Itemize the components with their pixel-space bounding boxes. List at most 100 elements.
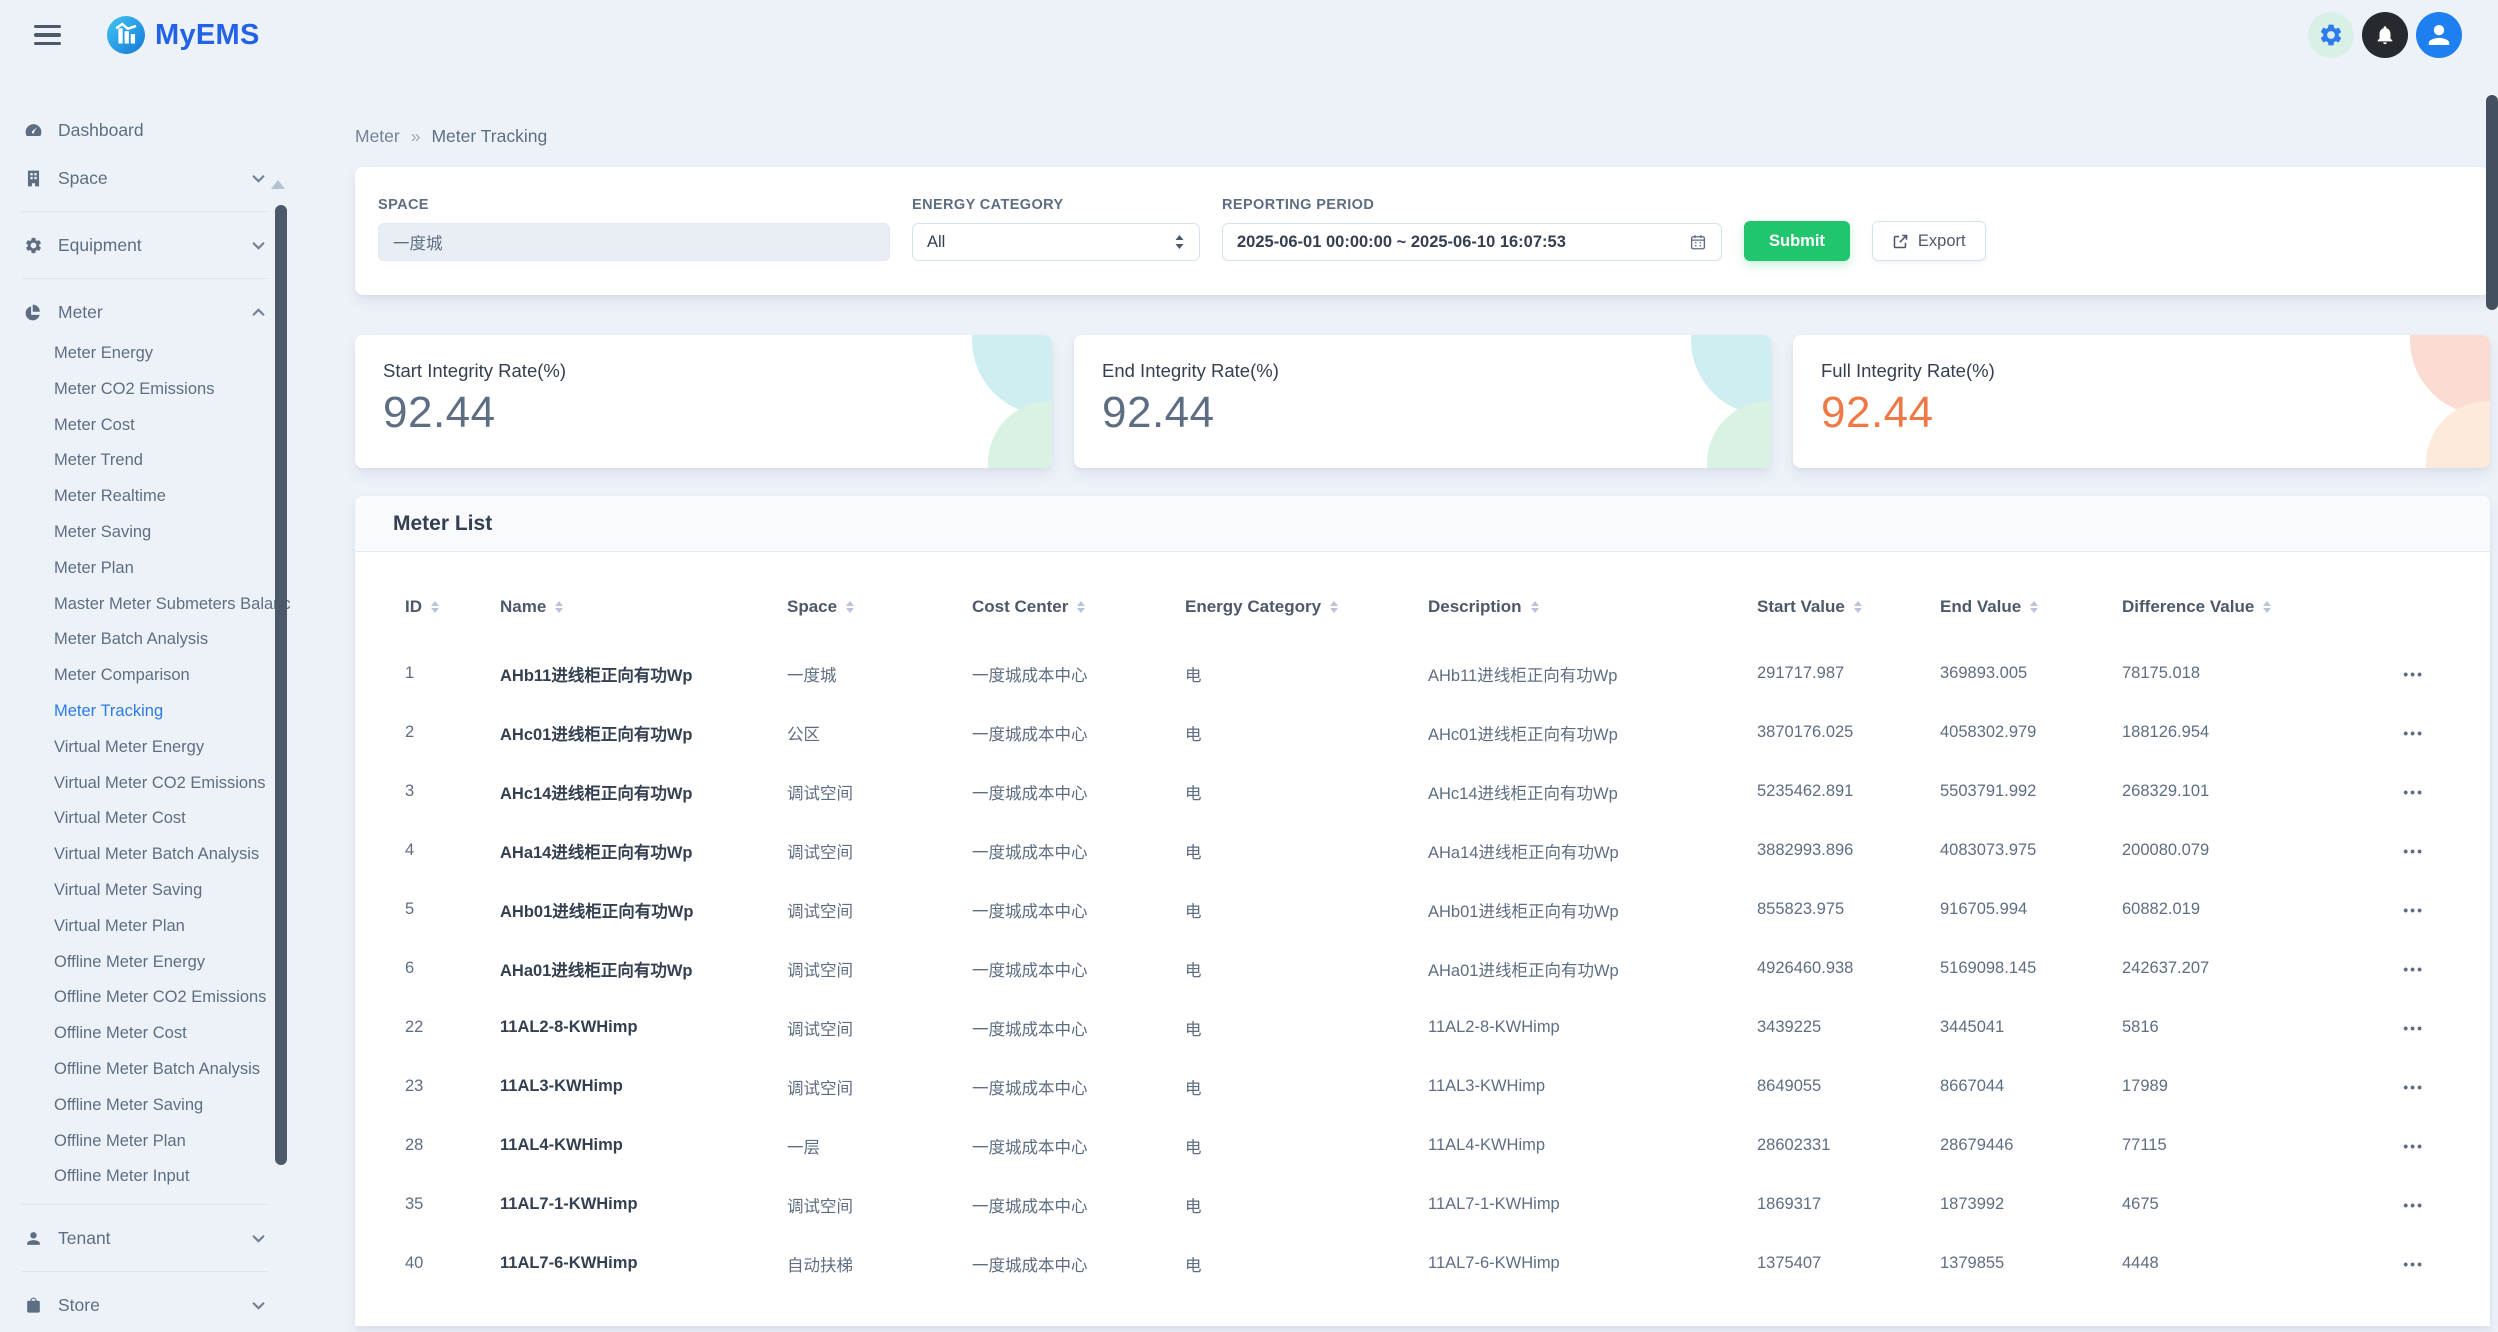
hamburger-menu-icon[interactable] bbox=[34, 25, 61, 46]
sidebar-divider bbox=[22, 1271, 268, 1272]
sidebar-item-meter[interactable]: Meter bbox=[0, 288, 290, 336]
cell-difference-value: 78175.018 bbox=[2110, 664, 2352, 683]
stat-value: 92.44 bbox=[1821, 388, 2462, 438]
cell-id: 1 bbox=[393, 664, 488, 683]
space-label: SPACE bbox=[378, 197, 890, 213]
row-ellipsis-menu-icon[interactable]: ••• bbox=[2403, 1197, 2424, 1213]
row-ellipsis-menu-icon[interactable]: ••• bbox=[2403, 843, 2424, 859]
brand-logo[interactable]: MyEMS bbox=[107, 16, 260, 54]
sidebar-item-virtual-meter-energy[interactable]: Virtual Meter Energy bbox=[0, 730, 290, 766]
energy-category-select[interactable]: All bbox=[912, 223, 1200, 261]
column-header-end-value[interactable]: End Value bbox=[1928, 597, 2110, 617]
row-ellipsis-menu-icon[interactable]: ••• bbox=[2403, 902, 2424, 918]
sidebar-item-store[interactable]: Store bbox=[0, 1281, 290, 1329]
row-ellipsis-menu-icon[interactable]: ••• bbox=[2403, 666, 2424, 682]
building-icon bbox=[24, 169, 43, 188]
sidebar-item-virtual-meter-batch-analysis[interactable]: Virtual Meter Batch Analysis bbox=[0, 837, 290, 873]
notifications-bell-button[interactable] bbox=[2362, 12, 2408, 58]
sidebar-item-offline-meter-energy[interactable]: Offline Meter Energy bbox=[0, 945, 290, 981]
sidebar-item-virtual-meter-co2-emissions[interactable]: Virtual Meter CO2 Emissions bbox=[0, 766, 290, 802]
user-icon bbox=[2424, 20, 2454, 50]
cell-difference-value: 4448 bbox=[2110, 1254, 2352, 1273]
row-ellipsis-menu-icon[interactable]: ••• bbox=[2403, 1079, 2424, 1095]
sidebar-item-offline-meter-batch-analysis[interactable]: Offline Meter Batch Analysis bbox=[0, 1052, 290, 1088]
energy-category-field: ENERGY CATEGORY All bbox=[912, 197, 1200, 261]
row-ellipsis-menu-icon[interactable]: ••• bbox=[2403, 784, 2424, 800]
space-input[interactable] bbox=[378, 223, 890, 261]
column-header-cost-center[interactable]: Cost Center bbox=[960, 597, 1173, 617]
bell-icon bbox=[2374, 24, 2396, 46]
row-ellipsis-menu-icon[interactable]: ••• bbox=[2403, 961, 2424, 977]
sidebar-item-meter-trend[interactable]: Meter Trend bbox=[0, 443, 290, 479]
sidebar-item-space[interactable]: Space bbox=[0, 154, 290, 202]
row-ellipsis-menu-icon[interactable]: ••• bbox=[2403, 1138, 2424, 1154]
cell-start-value: 3439225 bbox=[1745, 1018, 1928, 1037]
sidebar-item-virtual-meter-cost[interactable]: Virtual Meter Cost bbox=[0, 801, 290, 837]
settings-gear-button[interactable] bbox=[2308, 12, 2354, 58]
sidebar-item-meter-batch-analysis[interactable]: Meter Batch Analysis bbox=[0, 622, 290, 658]
sidebar-item-offline-meter-input[interactable]: Offline Meter Input bbox=[0, 1159, 290, 1195]
cell-name: AHb01进线柜正向有功Wp bbox=[488, 898, 775, 922]
table-row: 3 AHc14进线柜正向有功Wp 调试空间 一度城成本中心 电 AHc14进线柜… bbox=[393, 762, 2452, 821]
cell-energy-category: 电 bbox=[1173, 957, 1416, 981]
sidebar-item-offline-meter-plan[interactable]: Offline Meter Plan bbox=[0, 1124, 290, 1160]
submit-button[interactable]: Submit bbox=[1744, 221, 1850, 261]
sidebar-item-tenant[interactable]: Tenant bbox=[0, 1214, 290, 1262]
row-ellipsis-menu-icon[interactable]: ••• bbox=[2403, 1256, 2424, 1272]
row-ellipsis-menu-icon[interactable]: ••• bbox=[2403, 1020, 2424, 1036]
cell-description: AHb01进线柜正向有功Wp bbox=[1416, 898, 1745, 922]
breadcrumb-meter-link[interactable]: Meter bbox=[355, 126, 400, 147]
sidebar-item-meter-cost[interactable]: Meter Cost bbox=[0, 408, 290, 444]
cell-space: 调试空间 bbox=[775, 1075, 960, 1099]
sidebar-item-dashboard[interactable]: Dashboard bbox=[0, 106, 290, 154]
sidebar-item-meter-tracking[interactable]: Meter Tracking bbox=[0, 694, 290, 730]
table-header-row: ID Name Space Cost Center Energy Categor… bbox=[393, 552, 2452, 644]
table-row: 1 AHb11进线柜正向有功Wp 一度城 一度城成本中心 电 AHb11进线柜正… bbox=[393, 644, 2452, 703]
page-scrollbar[interactable] bbox=[2486, 95, 2498, 310]
cell-description: AHc01进线柜正向有功Wp bbox=[1416, 721, 1745, 745]
sidebar-item-offline-meter-co2-emissions[interactable]: Offline Meter CO2 Emissions bbox=[0, 980, 290, 1016]
sidebar-item-meter-co2-emissions[interactable]: Meter CO2 Emissions bbox=[0, 372, 290, 408]
energy-category-value: All bbox=[927, 233, 945, 252]
cell-name: AHa01进线柜正向有功Wp bbox=[488, 957, 775, 981]
cell-space: 一度城 bbox=[775, 662, 960, 686]
sidebar-item-meter-energy[interactable]: Meter Energy bbox=[0, 336, 290, 372]
sidebar-item-master-meter-submeters-balance[interactable]: Master Meter Submeters Balance bbox=[0, 587, 290, 623]
cell-id: 5 bbox=[393, 900, 488, 919]
cell-description: AHa01进线柜正向有功Wp bbox=[1416, 957, 1745, 981]
cell-difference-value: 17989 bbox=[2110, 1077, 2352, 1096]
export-button[interactable]: Export bbox=[1872, 221, 1986, 261]
cell-start-value: 4926460.938 bbox=[1745, 959, 1928, 978]
column-header-name[interactable]: Name bbox=[488, 597, 775, 617]
column-header-id[interactable]: ID bbox=[393, 597, 488, 617]
sidebar-scrollbar[interactable] bbox=[275, 205, 287, 1165]
sidebar-item-meter-realtime[interactable]: Meter Realtime bbox=[0, 479, 290, 515]
row-ellipsis-menu-icon[interactable]: ••• bbox=[2403, 725, 2424, 741]
column-header-space[interactable]: Space bbox=[775, 597, 960, 617]
user-avatar-button[interactable] bbox=[2416, 12, 2462, 58]
cell-id: 28 bbox=[393, 1136, 488, 1155]
filter-panel: SPACE ENERGY CATEGORY All REPORTING PERI… bbox=[355, 167, 2490, 295]
stat-value: 92.44 bbox=[1102, 388, 1743, 438]
sidebar-item-virtual-meter-saving[interactable]: Virtual Meter Saving bbox=[0, 873, 290, 909]
cell-name: 11AL4-KWHimp bbox=[488, 1136, 775, 1155]
sidebar-item-offline-meter-saving[interactable]: Offline Meter Saving bbox=[0, 1088, 290, 1124]
column-header-description[interactable]: Description bbox=[1416, 597, 1745, 617]
column-header-difference-value[interactable]: Difference Value bbox=[2110, 597, 2352, 617]
reporting-period-value: 2025-06-01 00:00:00 ~ 2025-06-10 16:07:5… bbox=[1237, 233, 1566, 252]
column-header-start-value[interactable]: Start Value bbox=[1745, 597, 1928, 617]
sidebar-scroll-up-arrow[interactable] bbox=[271, 180, 285, 189]
sidebar-item-virtual-meter-plan[interactable]: Virtual Meter Plan bbox=[0, 909, 290, 945]
cell-description: AHb11进线柜正向有功Wp bbox=[1416, 662, 1745, 686]
sidebar-item-offline-meter-cost[interactable]: Offline Meter Cost bbox=[0, 1016, 290, 1052]
sidebar-item-meter-comparison[interactable]: Meter Comparison bbox=[0, 658, 290, 694]
sidebar-item-meter-plan[interactable]: Meter Plan bbox=[0, 551, 290, 587]
sort-icon bbox=[555, 601, 563, 614]
integrity-stats: Start Integrity Rate(%) 92.44 End Integr… bbox=[355, 335, 2490, 468]
reporting-period-input[interactable]: 2025-06-01 00:00:00 ~ 2025-06-10 16:07:5… bbox=[1222, 223, 1722, 261]
gear-icon bbox=[24, 236, 43, 255]
sidebar-item-meter-saving[interactable]: Meter Saving bbox=[0, 515, 290, 551]
sidebar-item-equipment[interactable]: Equipment bbox=[0, 221, 290, 269]
cell-cost-center: 一度城成本中心 bbox=[960, 1134, 1173, 1158]
column-header-energy-category[interactable]: Energy Category bbox=[1173, 597, 1416, 617]
